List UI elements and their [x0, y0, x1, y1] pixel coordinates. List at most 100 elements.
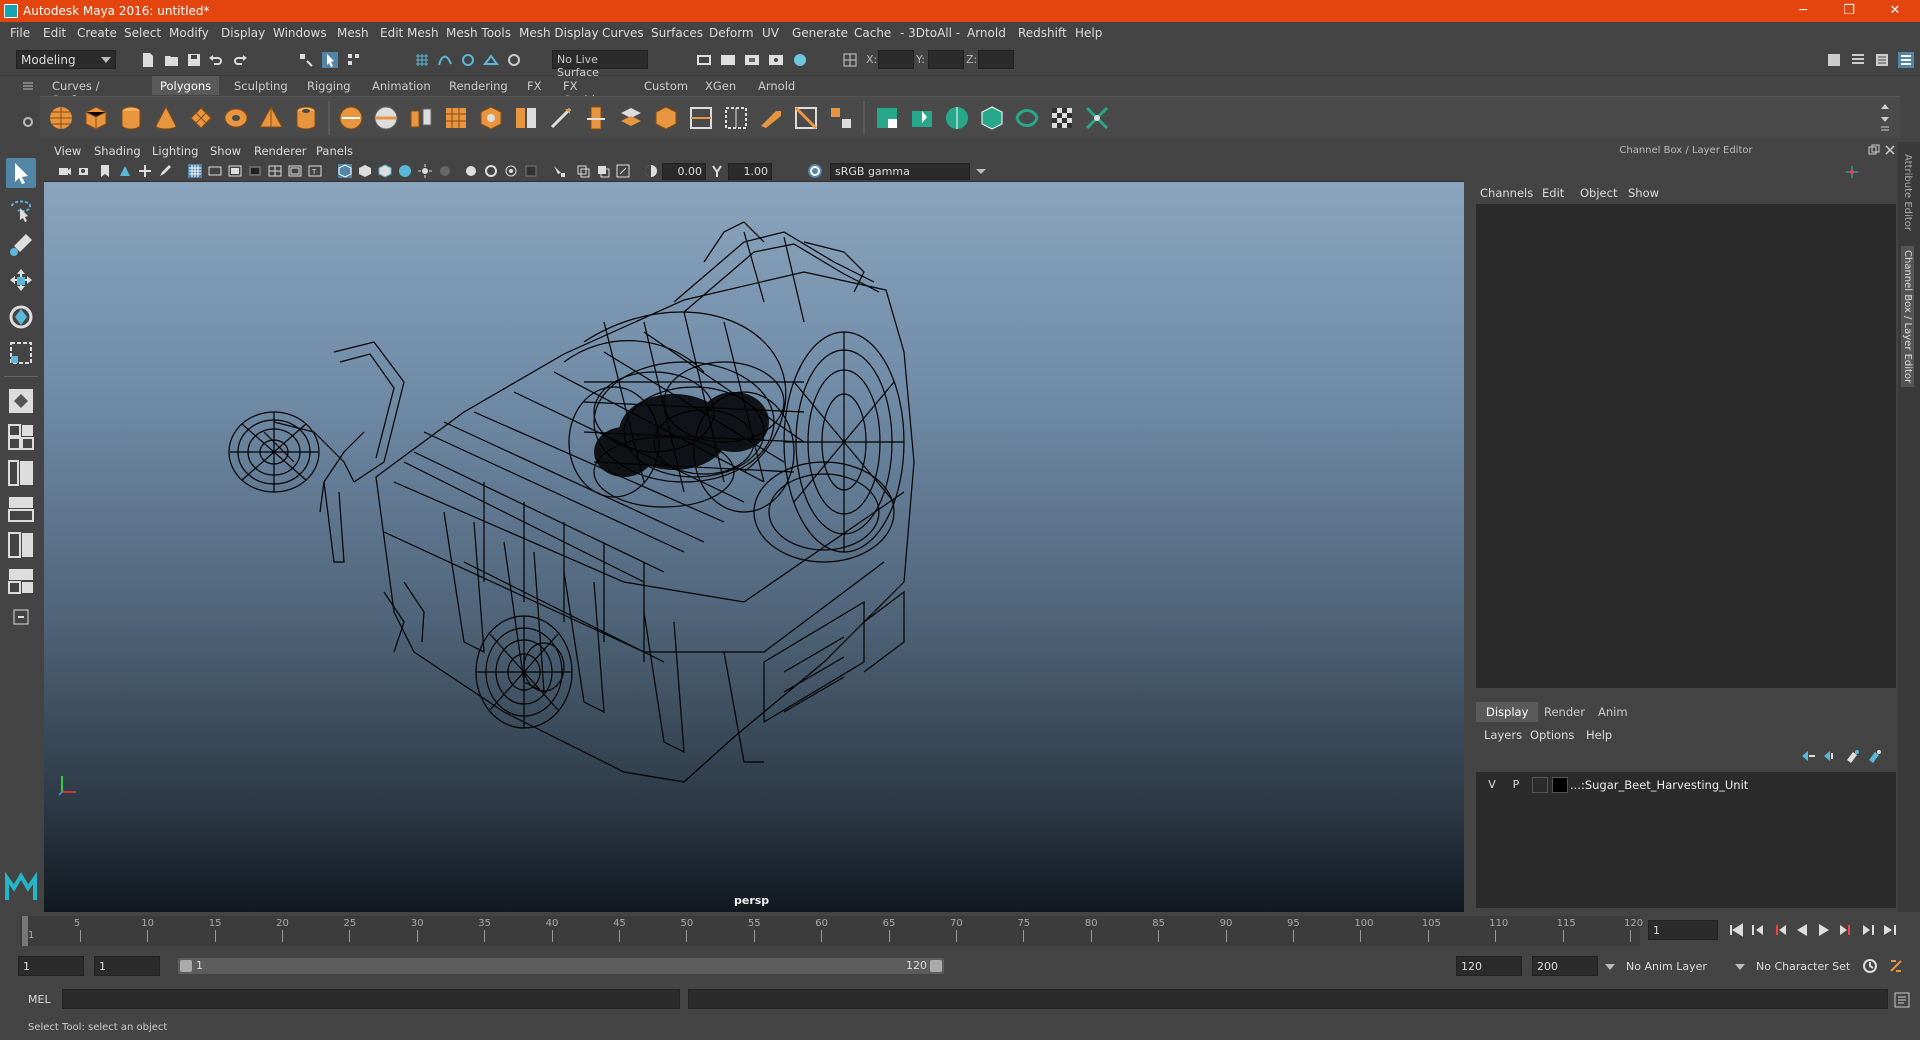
playback-start-field[interactable]: 1 [94, 956, 160, 976]
outliner-persp-layout-icon[interactable] [6, 566, 36, 596]
open-scene-icon[interactable] [164, 52, 180, 68]
layer-menu-layers[interactable]: Layers [1484, 728, 1522, 742]
poly-cube-icon[interactable] [83, 105, 109, 131]
image-plane-icon[interactable] [118, 164, 132, 178]
poly-plane-icon[interactable] [188, 105, 214, 131]
select-by-object-icon[interactable] [322, 52, 338, 68]
layer-tab-render[interactable]: Render [1534, 702, 1595, 722]
safe-action-icon[interactable] [288, 164, 302, 178]
smooth-icon[interactable] [443, 105, 469, 131]
channel-box-menu-edit[interactable]: Edit [1542, 186, 1564, 200]
extrude-icon[interactable] [583, 105, 609, 131]
panel-menu-panels[interactable]: Panels [316, 144, 353, 158]
animation-end-field[interactable]: 200 [1532, 956, 1598, 976]
multi-cut-icon[interactable] [548, 105, 574, 131]
play-forwards-icon[interactable] [1816, 922, 1832, 938]
bridge-icon[interactable] [618, 105, 644, 131]
panel-menu-view[interactable]: View [54, 144, 81, 158]
fill-hole-icon[interactable] [723, 105, 749, 131]
persp-outliner-layout-icon[interactable] [6, 458, 36, 488]
channel-box-axis-icon[interactable] [1844, 164, 1860, 180]
use-all-lights-icon[interactable] [418, 164, 432, 178]
create-empty-layer-icon[interactable] [1844, 748, 1860, 764]
modeling-toolkit-icon[interactable] [1826, 52, 1842, 68]
shelf-tab-rendering[interactable]: Rendering [441, 76, 516, 95]
render-view-icon[interactable] [696, 52, 712, 68]
step-forward-key-icon[interactable] [1860, 922, 1876, 938]
layer-visibility-toggle[interactable]: V [1484, 777, 1500, 793]
shelf-tab-fx[interactable]: FX [519, 76, 550, 95]
range-end-handle[interactable] [930, 960, 942, 972]
spherical-mapping-icon[interactable] [944, 105, 970, 131]
create-layer-from-selected-icon[interactable] [1866, 748, 1882, 764]
attribute-editor-side-tab[interactable]: Attribute Editor [1901, 150, 1914, 235]
menu-help[interactable]: Help [1075, 26, 1102, 40]
undo-icon[interactable] [208, 52, 224, 68]
snap-to-point-icon[interactable] [460, 52, 476, 68]
make-live-icon[interactable] [506, 52, 522, 68]
single-perspective-layout-icon[interactable] [6, 386, 36, 416]
grid-toggle-icon[interactable] [188, 164, 202, 178]
live-surface-field[interactable]: No Live Surface [552, 50, 648, 79]
snap-to-view-plane-icon[interactable] [483, 52, 499, 68]
shelf-settings-icon[interactable] [22, 116, 34, 128]
panel-menu-shading[interactable]: Shading [94, 144, 141, 158]
shelf-tab-curves-surfaces[interactable]: Curves / Surfaces [44, 76, 110, 107]
wireframe-on-shaded-icon[interactable] [378, 164, 392, 178]
z-coord-field[interactable] [978, 50, 1014, 69]
poly-cone-icon[interactable] [153, 105, 179, 131]
menu-set-dropdown[interactable]: Modeling [16, 50, 116, 69]
planar-mapping-icon[interactable] [874, 105, 900, 131]
shelf-tab-rigging[interactable]: Rigging [299, 76, 359, 95]
unfold-uv-icon[interactable] [1084, 105, 1110, 131]
xray-joints-icon[interactable] [616, 164, 630, 178]
menu-deform[interactable]: Deform [709, 26, 754, 40]
layer-name[interactable]: ...:Sugar_Beet_Harvesting_Unit [1570, 778, 1748, 792]
move-layer-up-icon[interactable] [1800, 748, 1816, 764]
script-editor-icon[interactable] [1894, 992, 1910, 1008]
menu-modify[interactable]: Modify [169, 26, 209, 40]
persp-graph-layout-icon[interactable] [6, 494, 36, 524]
select-tool-icon[interactable] [6, 158, 36, 188]
time-slider[interactable]: 1 5 10 15 20 25 30 35 40 45 50 55 60 65 70 75 80 85 90 95 1… [20, 916, 1643, 946]
gate-mask-icon[interactable] [248, 164, 262, 178]
layer-menu-help[interactable]: Help [1586, 728, 1612, 742]
panel-menu-show[interactable]: Show [210, 144, 241, 158]
grease-pencil-icon[interactable] [158, 164, 172, 178]
select-camera-icon[interactable] [58, 164, 72, 178]
menu-cache[interactable]: Cache [854, 26, 891, 40]
close-button[interactable]: ✕ [1872, 0, 1918, 22]
maximize-button[interactable]: ❐ [1826, 0, 1872, 22]
layer-menu-options[interactable]: Options [1530, 728, 1574, 742]
x-coord-field[interactable] [878, 50, 914, 69]
merge-icon[interactable] [758, 105, 784, 131]
connect-icon[interactable] [828, 105, 854, 131]
attribute-editor-toggle-icon[interactable] [1850, 52, 1866, 68]
shelf-tab-polygons[interactable]: Polygons [152, 76, 220, 95]
render-frame-icon[interactable] [720, 52, 736, 68]
rotate-tool-icon[interactable] [6, 302, 36, 332]
float-panel-icon[interactable] [1868, 144, 1880, 156]
screen-space-ao-icon[interactable] [464, 164, 478, 178]
smooth-shade-all-icon[interactable] [358, 164, 372, 178]
shadows-icon[interactable] [438, 164, 452, 178]
go-to-end-icon[interactable] [1882, 922, 1898, 938]
select-by-hierarchy-icon[interactable] [298, 52, 314, 68]
shelf-tab-sculpting[interactable]: Sculpting [226, 76, 296, 95]
multisample-aa-icon[interactable] [504, 164, 518, 178]
auto-key-icon[interactable] [1862, 958, 1878, 974]
playback-end-field[interactable]: 120 [1456, 956, 1522, 976]
layer-row[interactable]: V P ...:Sugar_Beet_Harvesting_Unit [1480, 776, 1892, 794]
channel-box-menu-show[interactable]: Show [1628, 186, 1659, 200]
hypershade-persp-layout-icon[interactable] [6, 530, 36, 560]
poly-pipe-icon[interactable] [293, 105, 319, 131]
safe-title-icon[interactable]: T [308, 164, 322, 178]
wireframe-shading-icon[interactable] [338, 164, 352, 178]
layer-display-type-toggle[interactable] [1532, 777, 1548, 793]
play-backwards-icon[interactable] [1794, 922, 1810, 938]
step-back-frame-icon[interactable] [1772, 922, 1788, 938]
menu-arnold[interactable]: Arnold [967, 26, 1006, 40]
redo-icon[interactable] [232, 52, 248, 68]
color-management-icon[interactable] [808, 164, 822, 178]
chevron-down-icon[interactable] [974, 164, 988, 178]
